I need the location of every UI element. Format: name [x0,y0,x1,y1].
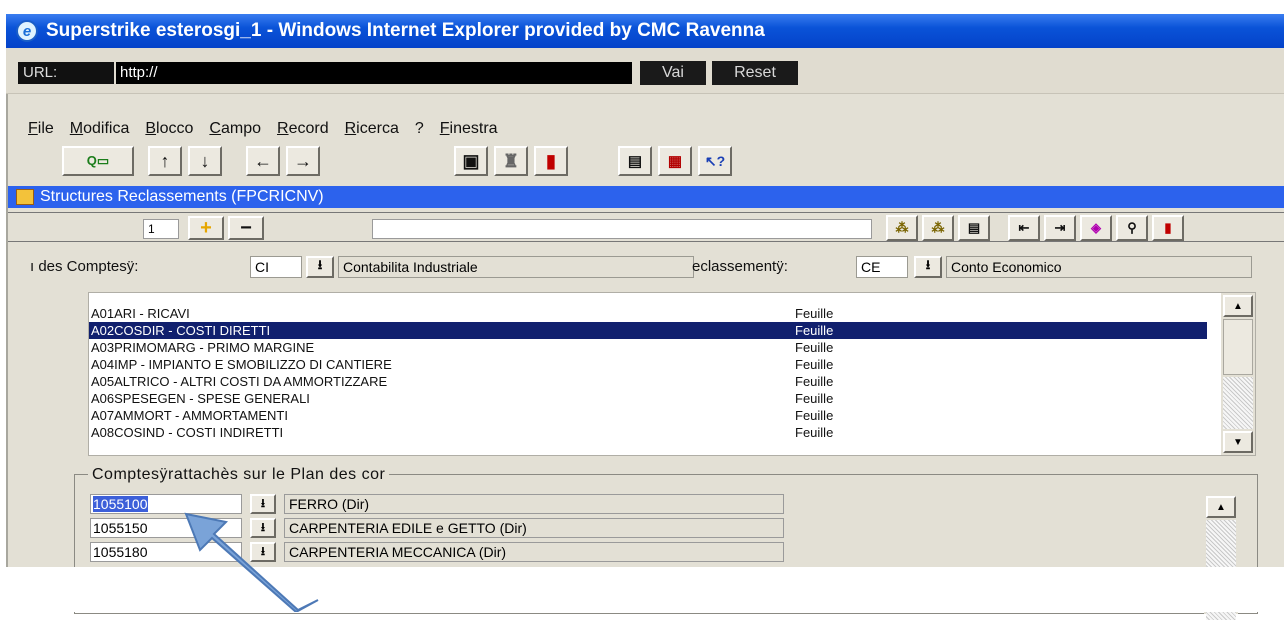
help-pointer-icon[interactable]: ↖? [698,146,732,176]
plan-list-button[interactable]: ⭳ [306,256,334,278]
arrow-up-icon[interactable]: ↑ [148,146,182,176]
scroll-down-icon[interactable]: ▼ [1223,431,1253,453]
window-title-bar[interactable]: e Superstrike esterosgi_1 - Windows Inte… [6,14,1284,48]
plan-code-field[interactable]: CI [250,256,302,278]
url-bar: URL: http:// Vai Reset [6,48,1284,94]
list-item[interactable]: A04IMP - IMPIANTO E SMOBILIZZO DI CANTIE… [89,356,1207,373]
list-item-selected[interactable]: A02COSDIR - COSTI DIRETTI Feuille [89,322,1207,339]
insert-record-button[interactable]: + [188,216,224,240]
scroll-up-icon[interactable]: ▲ [1223,295,1253,317]
menu-ricerca[interactable]: Ricerca [345,120,399,142]
reset-button[interactable]: Reset [712,61,798,85]
list-item[interactable]: A05ALTRICO - ALTRI COSTI DA AMMORTIZZARE… [89,373,1207,390]
browser-window: e Superstrike esterosgi_1 - Windows Inte… [0,0,1284,620]
arrow-down-icon[interactable]: ↓ [188,146,222,176]
list-icon[interactable]: ▤ [958,215,990,241]
scroll-up-icon[interactable]: ▲ [1206,496,1236,518]
list-item[interactable]: A06SPESEGEN - SPESE GENERALI Feuille [89,390,1207,407]
tree-collapse-icon[interactable]: ⁂ [922,215,954,241]
menu-campo[interactable]: Campo [209,120,261,142]
url-input[interactable]: http:// [116,62,632,84]
structure-list: A01ARI - RICAVI Feuille A02COSDIR - COSTI… [88,292,1256,456]
account-list-button[interactable]: ⭳ [250,542,276,562]
move-left-icon[interactable]: ⇤ [1008,215,1040,241]
reclass-code-field[interactable]: CE [856,256,908,278]
account-description: FERRO (Dir) [284,494,784,514]
menu-blocco[interactable]: Blocco [145,120,193,142]
main-toolbar: Q▭ ↑ ↓ ← → ▣ ♜ ▮ ▤ ▦ ↖? [62,146,732,180]
page-bottom-area [0,567,1284,612]
account-description: CARPENTERIA EDILE e GETTO (Dir) [284,518,784,538]
account-field[interactable]: 1055100 [90,494,242,514]
arrow-left-icon[interactable]: ← [246,146,280,176]
internet-explorer-icon: e [16,20,38,42]
clear-icon[interactable]: ♜ [494,146,528,176]
scroll-track[interactable] [1223,377,1253,429]
search-icon[interactable]: ⚲ [1116,215,1148,241]
list-item[interactable]: A01ARI - RICAVI Feuille [89,305,1207,322]
list-item[interactable]: A08COSIND - COSTI INDIRETTI Feuille [89,424,1207,441]
form-title-bar: Structures Reclassements (FPCRICNV) [8,186,1284,208]
enter-query-icon[interactable]: Q▭ [62,146,134,176]
accounts-group-title: Comptesÿrattachès sur le Plan des cor [88,466,390,484]
refresh-icon[interactable]: ◈ [1080,215,1112,241]
list-item[interactable]: A07AMMORT - AMMORTAMENTI Feuille [89,407,1207,424]
reclass-list-button[interactable]: ⭳ [914,256,942,278]
record-toolbar: 1 + − ⁂ ⁂ ▤ ⇤ ⇥ ◈ ⚲ ▮ [8,212,1284,242]
account-list-button[interactable]: ⭳ [250,518,276,538]
go-button[interactable]: Vai [640,61,706,85]
menu-bar: File Modifica Blocco Campo Record Ricerc… [28,120,498,142]
move-right-icon[interactable]: ⇥ [1044,215,1076,241]
exit-icon[interactable]: ▮ [534,146,568,176]
menu-help[interactable]: ? [415,120,424,142]
structure-rows: A01ARI - RICAVI Feuille A02COSDIR - COSTI… [89,305,1207,441]
reclass-label: eclassementÿ: [692,258,788,275]
record-search-field[interactable] [372,219,872,239]
form-title: Structures Reclassements (FPCRICNV) [40,188,324,205]
close-icon[interactable]: ▮ [1152,215,1184,241]
scroll-thumb[interactable] [1223,319,1253,375]
account-description: CARPENTERIA MECCANICA (Dir) [284,542,784,562]
delete-record-button[interactable]: − [228,216,264,240]
url-label: URL: [18,62,114,84]
copy-icon[interactable]: ▦ [658,146,692,176]
record-action-icons: ⁂ ⁂ ▤ ⇤ ⇥ ◈ ⚲ ▮ [886,215,1184,241]
account-list-button[interactable]: ⭳ [250,494,276,514]
window-title: Superstrike esterosgi_1 - Windows Intern… [46,20,765,41]
tree-expand-icon[interactable]: ⁂ [886,215,918,241]
menu-finestra[interactable]: Finestra [440,120,498,142]
menu-file[interactable]: File [28,120,54,142]
account-field[interactable]: 1055150 [90,518,242,538]
list-scrollbar[interactable]: ▲ ▼ [1221,293,1255,455]
menu-record[interactable]: Record [277,120,329,142]
menu-modifica[interactable]: Modifica [70,120,130,142]
reclass-description: Conto Economico [946,256,1252,278]
clipboard-icon[interactable]: ▤ [618,146,652,176]
account-field[interactable]: 1055180 [90,542,242,562]
plan-label: ı des Comptesÿ: [30,258,139,275]
forms-application: File Modifica Blocco Campo Record Ricerc… [6,94,1284,620]
save-icon[interactable]: ▣ [454,146,488,176]
plan-description: Contabilita Industriale [338,256,694,278]
form-icon [16,189,34,205]
record-number-field[interactable]: 1 [143,219,179,239]
selector-row: ı des Comptesÿ: CI ⭳ Contabilita Industr… [8,254,1284,280]
list-item[interactable]: A03PRIMOMARG - PRIMO MARGINE Feuille [89,339,1207,356]
arrow-right-icon[interactable]: → [286,146,320,176]
